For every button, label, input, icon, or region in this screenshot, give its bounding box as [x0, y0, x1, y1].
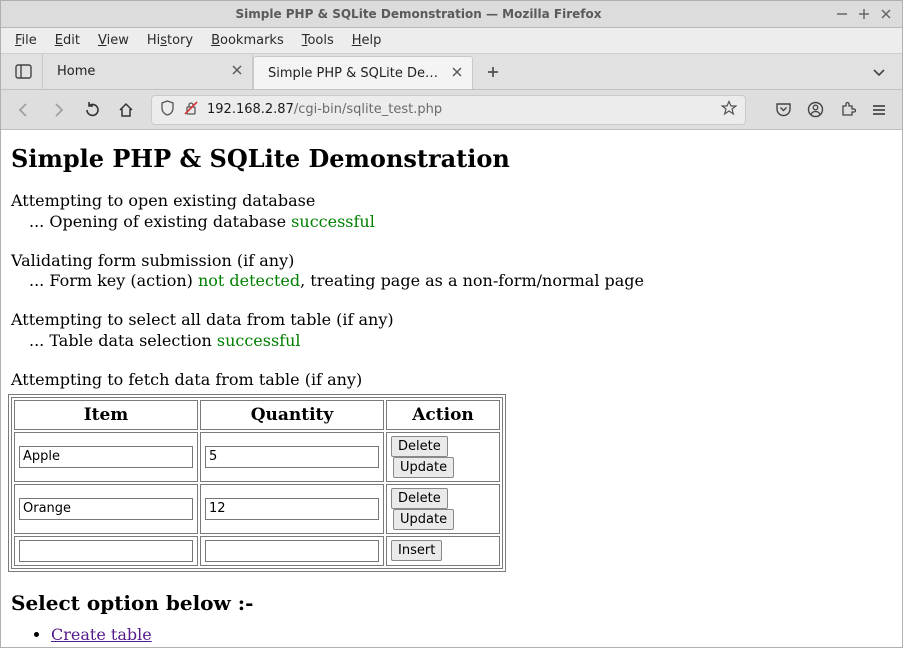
- url-bar[interactable]: 192.168.2.87/cgi-bin/sqlite_test.php: [151, 95, 746, 125]
- maximize-icon[interactable]: [858, 8, 870, 20]
- menu-bookmarks[interactable]: Bookmarks: [203, 30, 292, 51]
- log-line: ... Opening of existing database success…: [11, 212, 892, 233]
- table-row: Delete Update: [14, 432, 500, 482]
- delete-button[interactable]: Delete: [391, 436, 448, 457]
- options-heading: Select option below :-: [11, 591, 892, 615]
- navigation-toolbar: 192.168.2.87/cgi-bin/sqlite_test.php: [1, 90, 902, 130]
- tab-home[interactable]: Home: [43, 54, 253, 89]
- bookmark-star-icon[interactable]: [721, 100, 737, 120]
- new-tab-button[interactable]: [473, 54, 513, 89]
- page-content: Simple PHP & SQLite Demonstration Attemp…: [1, 130, 902, 647]
- menu-file[interactable]: File: [7, 30, 45, 51]
- home-button[interactable]: [111, 95, 141, 125]
- col-header-action: Action: [386, 400, 500, 430]
- update-button[interactable]: Update: [393, 509, 454, 530]
- menubar: File Edit View History Bookmarks Tools H…: [1, 28, 902, 54]
- menu-edit[interactable]: Edit: [47, 30, 88, 51]
- data-table: Item Quantity Action Delete Update Delet…: [11, 397, 503, 569]
- pocket-icon[interactable]: [768, 95, 798, 125]
- close-tab-icon[interactable]: [232, 64, 242, 79]
- tab-strip: Home Simple PHP & SQLite Demonstrat: [1, 54, 902, 90]
- close-icon[interactable]: [880, 8, 892, 20]
- col-header-item: Item: [14, 400, 198, 430]
- window-titlebar: Simple PHP & SQLite Demonstration — Mozi…: [1, 1, 902, 28]
- tab-label: Simple PHP & SQLite Demonstrat: [268, 66, 444, 81]
- drop-table-link[interactable]: Drop table: [51, 646, 137, 647]
- reload-button[interactable]: [77, 95, 107, 125]
- insert-button[interactable]: Insert: [391, 540, 442, 561]
- item-input[interactable]: [19, 540, 193, 562]
- menu-history[interactable]: History: [139, 30, 201, 51]
- list-item: Create table: [51, 625, 892, 644]
- account-icon[interactable]: [800, 95, 830, 125]
- item-input[interactable]: [19, 446, 193, 468]
- log-block-validate: Validating form submission (if any) ... …: [11, 251, 892, 293]
- menu-tools[interactable]: Tools: [294, 30, 342, 51]
- menu-help[interactable]: Help: [344, 30, 390, 51]
- quantity-input[interactable]: [205, 446, 379, 468]
- status-successful: successful: [217, 331, 301, 350]
- log-line: Attempting to fetch data from table (if …: [11, 370, 892, 391]
- log-line: ... Form key (action) not detected, trea…: [11, 271, 892, 292]
- quantity-input[interactable]: [205, 540, 379, 562]
- log-line: ... Table data selection successful: [11, 331, 892, 352]
- window-title: Simple PHP & SQLite Demonstration — Mozi…: [1, 7, 836, 21]
- log-line: Attempting to select all data from table…: [11, 310, 892, 331]
- minimize-icon[interactable]: [836, 8, 848, 20]
- app-menu-icon[interactable]: [864, 95, 894, 125]
- menu-view[interactable]: View: [90, 30, 137, 51]
- forward-button[interactable]: [43, 95, 73, 125]
- extensions-icon[interactable]: [832, 95, 862, 125]
- insecure-lock-icon[interactable]: [183, 100, 199, 120]
- shield-icon[interactable]: [160, 100, 175, 120]
- log-block-open-db: Attempting to open existing database ...…: [11, 191, 892, 233]
- list-item: Drop table: [51, 646, 892, 647]
- log-block-select: Attempting to select all data from table…: [11, 310, 892, 352]
- log-line: Attempting to open existing database: [11, 191, 892, 212]
- create-table-link[interactable]: Create table: [51, 625, 152, 644]
- status-successful: successful: [291, 212, 375, 231]
- close-tab-icon[interactable]: [452, 66, 462, 81]
- table-header-row: Item Quantity Action: [14, 400, 500, 430]
- table-row-new: Insert: [14, 536, 500, 566]
- quantity-input[interactable]: [205, 498, 379, 520]
- delete-button[interactable]: Delete: [391, 488, 448, 509]
- list-all-tabs-button[interactable]: [862, 54, 896, 89]
- page-title: Simple PHP & SQLite Demonstration: [11, 144, 892, 173]
- options-list: Create table Drop table: [11, 625, 892, 647]
- sidebar-toggle-button[interactable]: [5, 54, 43, 89]
- table-row: Delete Update: [14, 484, 500, 534]
- log-line: Validating form submission (if any): [11, 251, 892, 272]
- status-not-detected: not detected: [198, 271, 300, 290]
- log-block-fetch: Attempting to fetch data from table (if …: [11, 370, 892, 391]
- item-input[interactable]: [19, 498, 193, 520]
- col-header-quantity: Quantity: [200, 400, 384, 430]
- tab-sqlite-demo[interactable]: Simple PHP & SQLite Demonstrat: [253, 56, 473, 89]
- tab-label: Home: [57, 64, 224, 79]
- update-button[interactable]: Update: [393, 457, 454, 478]
- url-text[interactable]: 192.168.2.87/cgi-bin/sqlite_test.php: [207, 102, 713, 117]
- back-button[interactable]: [9, 95, 39, 125]
